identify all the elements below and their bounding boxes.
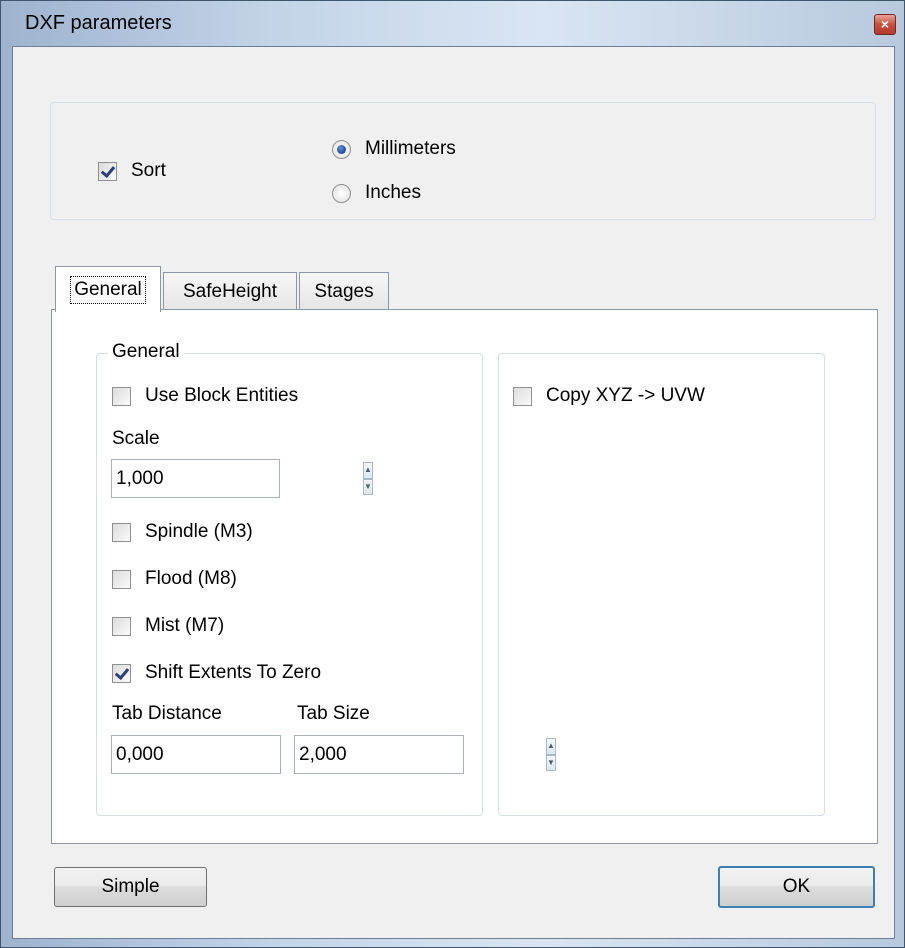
shift-extents-label: Shift Extents To Zero [145, 662, 322, 683]
sort-label: Sort [131, 160, 166, 181]
ok-button-label: OK [782, 876, 811, 897]
millimeters-radio-row[interactable]: Millimeters [332, 136, 456, 162]
general-tab-page: General Use Block Entities Scale ▲ ▼ Spi… [51, 309, 878, 844]
mist-row[interactable]: Mist (M7) [112, 613, 224, 639]
window-title: DXF parameters [25, 12, 172, 34]
sort-checkbox[interactable] [98, 161, 117, 181]
tab-safeheight-label: SafeHeight [182, 280, 277, 302]
general-group-title: General [108, 341, 184, 363]
tab-general-label: General [70, 275, 146, 304]
scale-input[interactable] [112, 466, 363, 491]
millimeters-radio[interactable] [332, 139, 351, 159]
tab-stages-label: Stages [314, 280, 374, 302]
dialog-client-area: Sort Millimeters Inches General SafeHeig… [12, 46, 895, 939]
tab-general[interactable]: General [55, 266, 161, 312]
mist-checkbox[interactable] [112, 616, 131, 636]
tab-size-spinbox[interactable]: ▲ ▼ [294, 735, 556, 774]
copy-group [498, 353, 825, 816]
shift-extents-checkbox[interactable] [112, 663, 131, 683]
title-bar[interactable]: DXF parameters × [1, 1, 904, 47]
mist-label: Mist (M7) [145, 615, 225, 636]
close-button[interactable]: × [874, 14, 896, 35]
simple-button-label: Simple [101, 876, 160, 897]
scale-spin-down-icon[interactable]: ▼ [363, 478, 373, 495]
inches-label: Inches [365, 182, 421, 203]
flood-checkbox[interactable] [112, 569, 131, 589]
simple-button[interactable]: Simple [54, 867, 207, 907]
spindle-checkbox[interactable] [112, 522, 131, 542]
scale-spin-up-icon[interactable]: ▲ [363, 462, 373, 479]
use-block-entities-label: Use Block Entities [145, 385, 299, 406]
tab-size-label: Tab Size [297, 703, 370, 724]
scale-label: Scale [112, 428, 160, 449]
flood-row[interactable]: Flood (M8) [112, 566, 237, 592]
inches-radio-row[interactable]: Inches [332, 180, 421, 206]
scale-spin-buttons: ▲ ▼ [363, 462, 373, 495]
shift-extents-row[interactable]: Shift Extents To Zero [112, 660, 321, 686]
options-group [50, 102, 876, 220]
copy-xyz-checkbox[interactable] [513, 386, 532, 406]
use-block-entities-row[interactable]: Use Block Entities [112, 383, 298, 409]
dxf-parameters-window: DXF parameters × Sort Millimeters Inches… [0, 0, 905, 948]
ok-button[interactable]: OK [718, 866, 875, 908]
flood-label: Flood (M8) [145, 568, 237, 589]
tab-distance-label: Tab Distance [112, 703, 222, 724]
tab-stages[interactable]: Stages [299, 272, 389, 310]
use-block-entities-checkbox[interactable] [112, 386, 131, 406]
sort-checkbox-row[interactable]: Sort [98, 158, 166, 184]
tab-safeheight[interactable]: SafeHeight [163, 272, 297, 310]
copy-xyz-row[interactable]: Copy XYZ -> UVW [513, 383, 705, 409]
copy-xyz-label: Copy XYZ -> UVW [546, 385, 705, 406]
tab-distance-spinbox[interactable]: ▲ ▼ [111, 735, 373, 774]
scale-spinbox[interactable]: ▲ ▼ [111, 459, 373, 498]
spindle-row[interactable]: Spindle (M3) [112, 519, 253, 545]
spindle-label: Spindle (M3) [145, 521, 253, 542]
millimeters-label: Millimeters [365, 138, 456, 159]
inches-radio[interactable] [332, 183, 351, 203]
close-icon: × [880, 16, 890, 32]
